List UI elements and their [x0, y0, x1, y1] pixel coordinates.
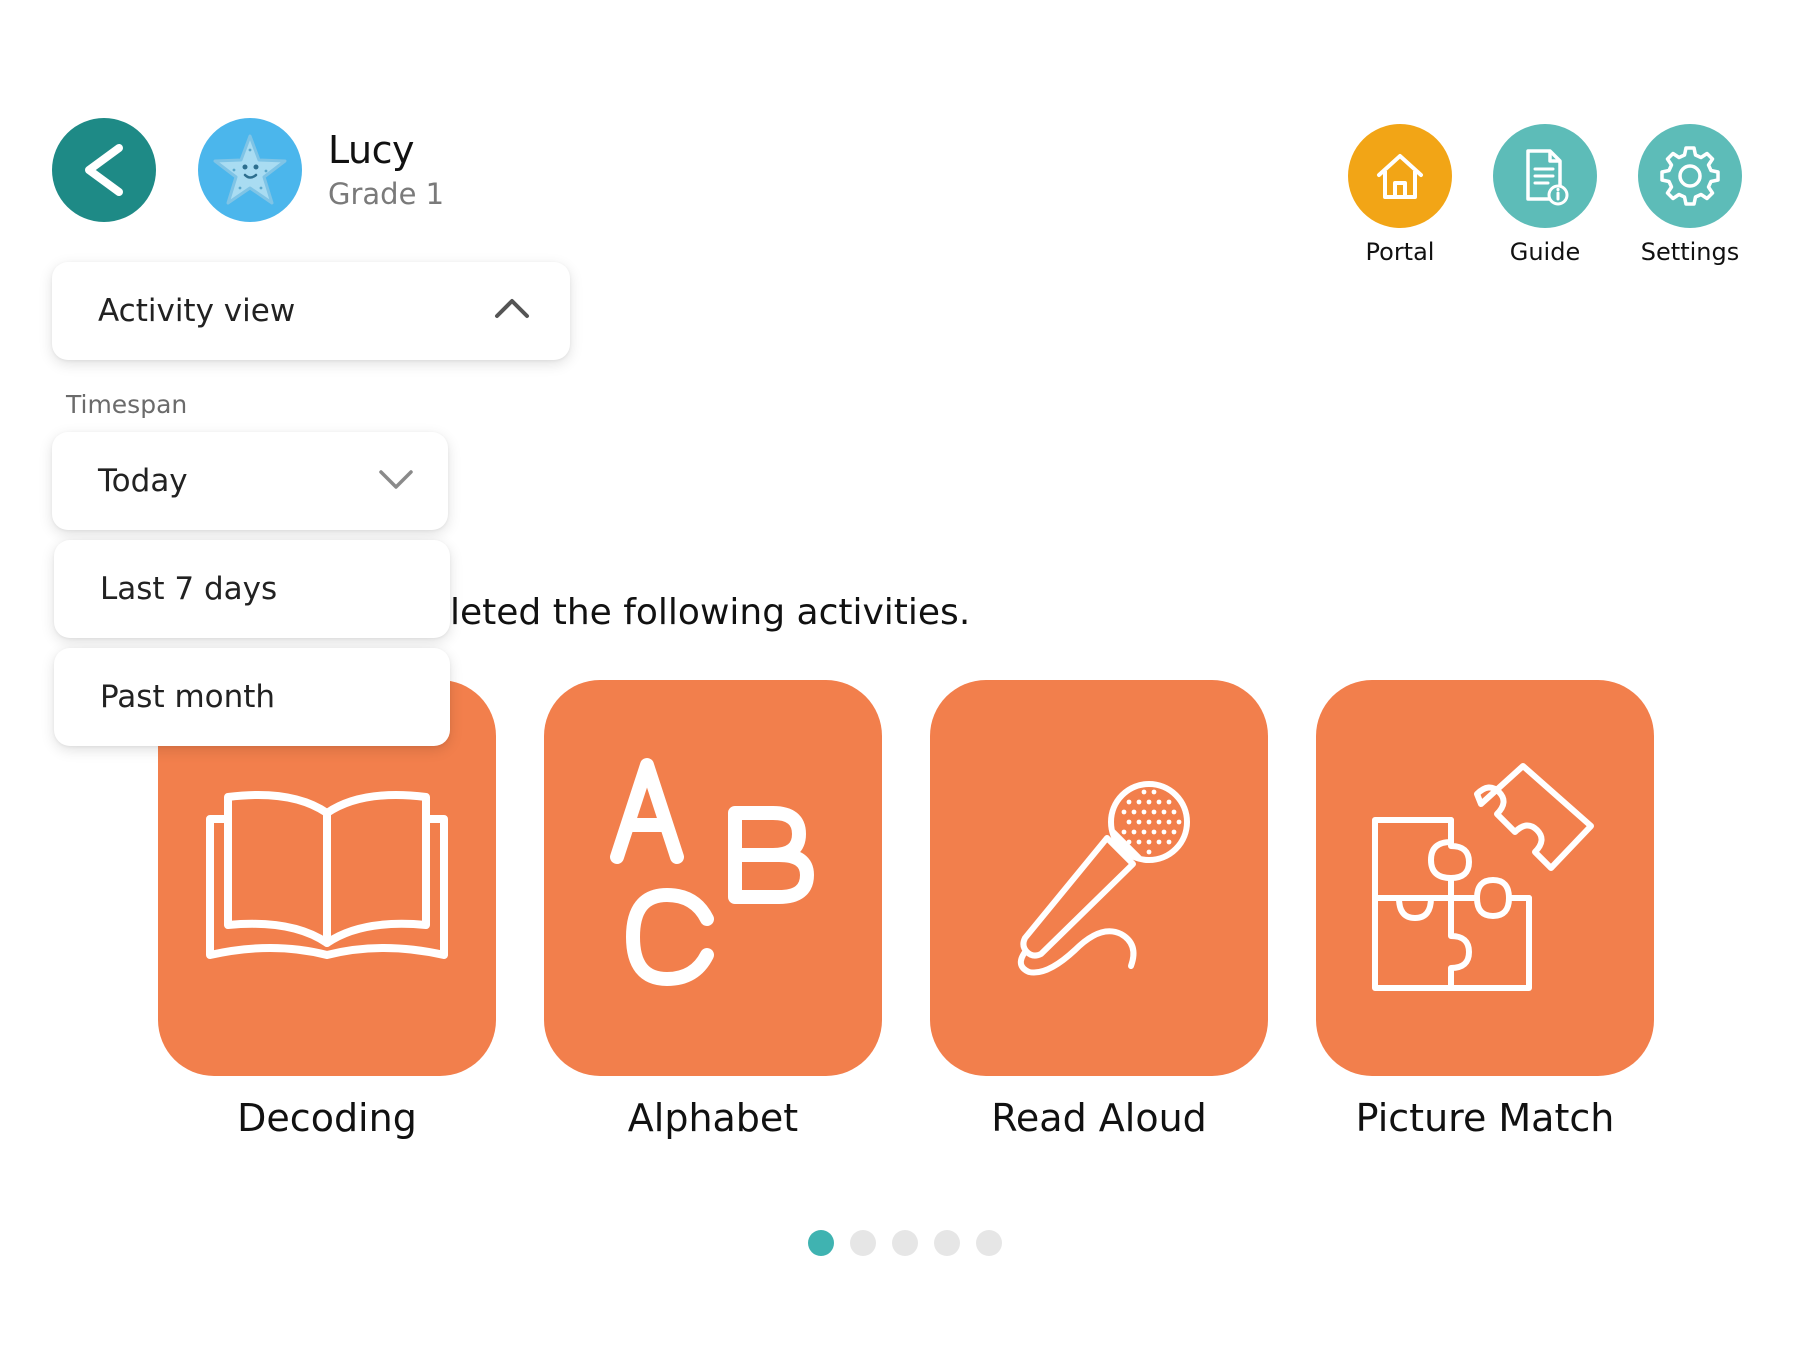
- back-button[interactable]: [52, 118, 156, 222]
- nav-portal[interactable]: Portal: [1325, 124, 1475, 266]
- activity-view-select[interactable]: Activity view: [52, 262, 570, 360]
- nav-guide[interactable]: Guide: [1470, 124, 1620, 266]
- activity-view-label: Activity view: [98, 293, 296, 329]
- chevron-down-icon: [379, 470, 413, 489]
- timespan-label: Timespan: [66, 390, 188, 419]
- microphone-icon: [1017, 781, 1190, 976]
- timespan-select[interactable]: Today: [52, 432, 448, 530]
- timespan-selected: Today: [98, 463, 188, 499]
- starfish-icon: [213, 134, 287, 205]
- nav-settings[interactable]: Settings: [1615, 124, 1765, 266]
- portal-button[interactable]: [1348, 124, 1452, 228]
- timespan-option-label: Last 7 days: [100, 571, 278, 607]
- nav-label: Settings: [1640, 238, 1740, 266]
- activity-tile-read-aloud[interactable]: [930, 680, 1268, 1076]
- abc-icon: [610, 758, 814, 986]
- puzzle-icon: [1372, 763, 1594, 991]
- guide-button[interactable]: [1493, 124, 1597, 228]
- activity-label: Read Aloud: [991, 1096, 1207, 1140]
- gear-icon: [1660, 146, 1720, 206]
- activities-headline: leted the following activities.: [450, 592, 971, 633]
- home-icon: [1377, 154, 1423, 199]
- user-grade: Grade 1: [328, 177, 445, 211]
- activity-tile-picture-match[interactable]: [1316, 680, 1654, 1076]
- nav-label: Guide: [1509, 238, 1581, 266]
- page-dot-5[interactable]: [976, 1230, 1002, 1256]
- page-dot-3[interactable]: [892, 1230, 918, 1256]
- timespan-option-label: Past month: [100, 679, 276, 715]
- page-dot-4[interactable]: [934, 1230, 960, 1256]
- chevron-left-icon: [85, 144, 123, 196]
- timespan-option-past-month[interactable]: Past month: [54, 648, 450, 746]
- page-dot-2[interactable]: [850, 1230, 876, 1256]
- settings-button[interactable]: [1638, 124, 1742, 228]
- user-name: Lucy: [328, 128, 414, 172]
- nav-label: Portal: [1365, 238, 1435, 266]
- activity-label: Decoding: [237, 1096, 417, 1140]
- timespan-option-last-7-days[interactable]: Last 7 days: [54, 540, 450, 638]
- activity-tile-alphabet[interactable]: [544, 680, 882, 1076]
- chevron-up-icon: [495, 299, 529, 318]
- avatar: [198, 118, 302, 222]
- pagination: [808, 1230, 1002, 1256]
- activity-label: Picture Match: [1355, 1096, 1615, 1140]
- book-icon: [206, 791, 448, 959]
- page-dot-1[interactable]: [808, 1230, 834, 1256]
- activity-label: Alphabet: [627, 1096, 799, 1140]
- document-info-icon: [1526, 149, 1569, 206]
